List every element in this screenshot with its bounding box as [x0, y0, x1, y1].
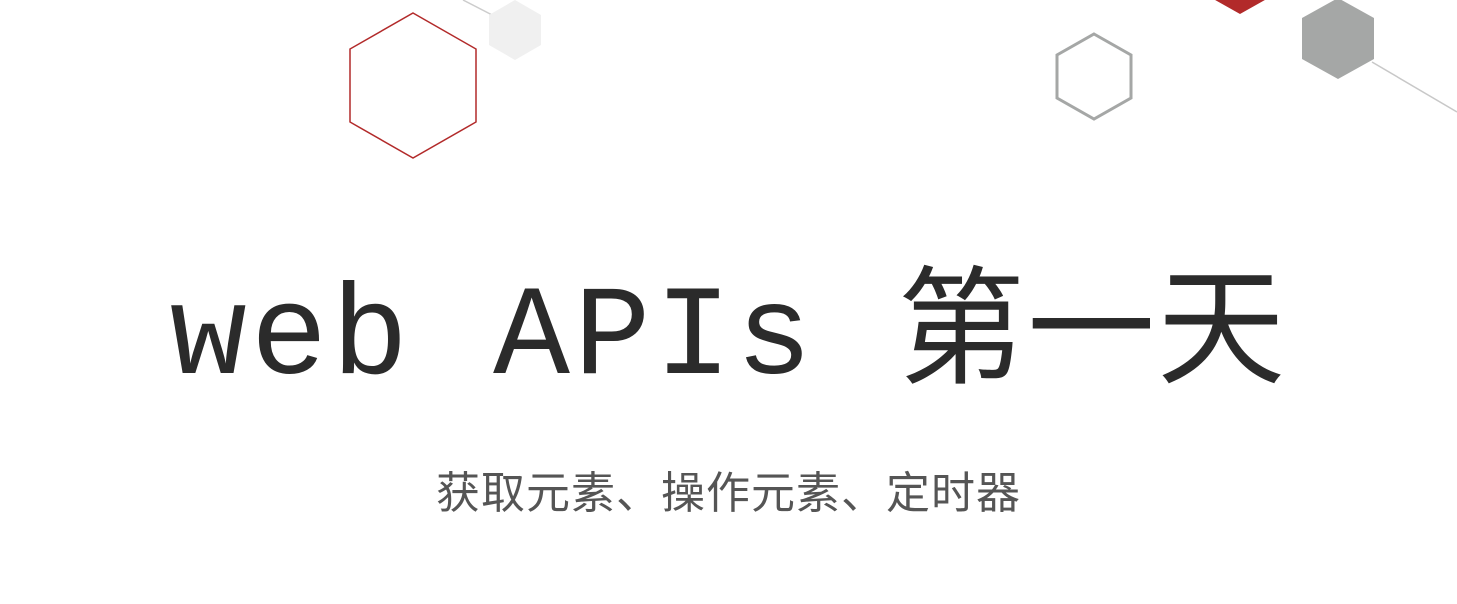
hexagon-outline-red — [349, 12, 477, 159]
connector-line — [1371, 61, 1457, 113]
hexagon-red — [1215, 0, 1265, 14]
title-latin: web APIs — [169, 267, 898, 412]
title-cjk: 第一天 — [897, 255, 1288, 404]
hexagon-outline-gray — [1055, 32, 1133, 121]
hexagon-gray — [1302, 0, 1374, 79]
hexagon-light-gray — [489, 0, 541, 60]
slide-subtitle: 获取元素、操作元素、定时器 — [436, 468, 1021, 519]
slide-title: web APIs 第一天 — [0, 250, 1457, 420]
